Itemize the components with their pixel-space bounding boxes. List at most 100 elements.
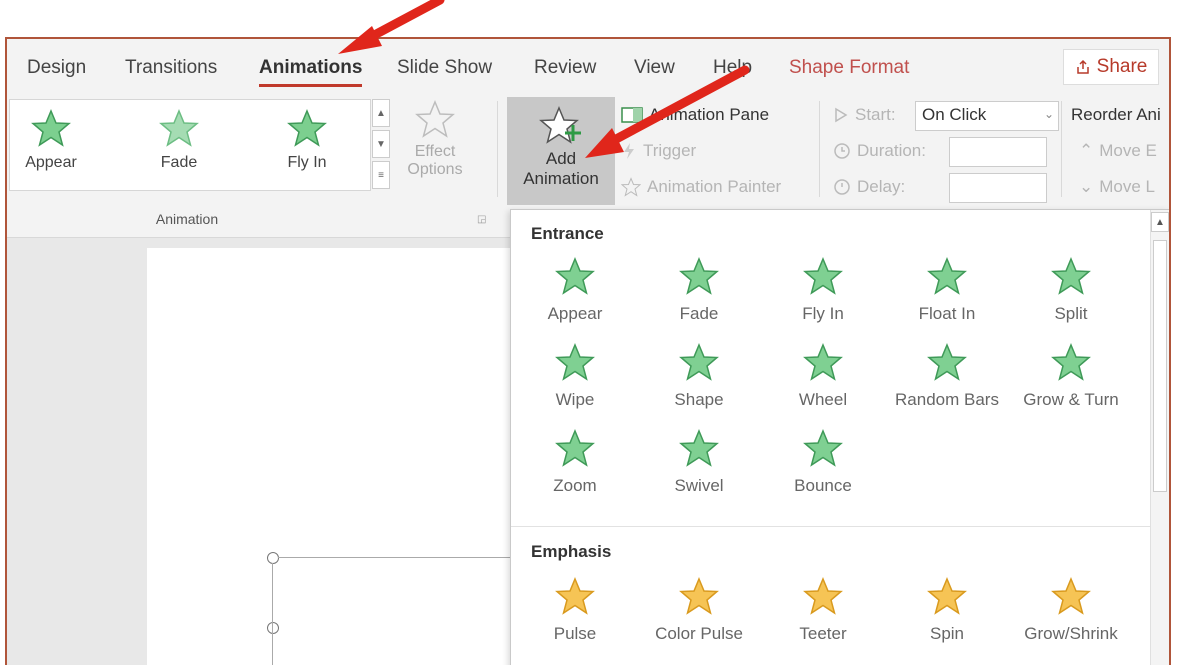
group-divider bbox=[1061, 101, 1062, 197]
shape-border bbox=[278, 557, 528, 558]
animation-option-color-pulse[interactable]: Color Pulse bbox=[637, 576, 761, 644]
start-label: Start: bbox=[833, 105, 896, 125]
effect-options-button[interactable]: Effect Options bbox=[395, 99, 475, 179]
animation-option-label: Grow/Shrink bbox=[1024, 624, 1118, 643]
add-animation-dropdown: Entrance Appear Fade Fly In Float In Split Wi… bbox=[510, 209, 1169, 665]
random-bars-star-icon bbox=[927, 342, 967, 382]
animation-option-spin[interactable]: Spin bbox=[885, 576, 1009, 644]
scroll-thumb[interactable] bbox=[1153, 240, 1167, 492]
animation-option-teeter[interactable]: Teeter bbox=[761, 576, 885, 644]
animation-option-label: Split bbox=[1054, 304, 1088, 323]
share-button[interactable]: Share bbox=[1063, 49, 1159, 85]
group-divider bbox=[819, 101, 820, 197]
animation-option-swivel[interactable]: Swivel bbox=[637, 428, 761, 496]
tab-review[interactable]: Review bbox=[534, 57, 596, 79]
pulse-star-icon bbox=[555, 576, 595, 616]
animation-option-pulse[interactable]: Pulse bbox=[513, 576, 637, 644]
delay-input[interactable] bbox=[949, 173, 1047, 203]
gallery-item-label: Fly In bbox=[287, 154, 327, 171]
animation-option-label: Fade bbox=[679, 304, 719, 323]
trigger-button[interactable]: Trigger bbox=[621, 141, 696, 161]
share-label: Share bbox=[1096, 56, 1148, 77]
group-label-animation: Animation bbox=[155, 211, 219, 227]
animation-pane-label: Animation Pane bbox=[649, 105, 770, 124]
animation-option-grow-turn[interactable]: Grow & Turn bbox=[1009, 342, 1133, 410]
animation-painter-button[interactable]: Animation Painter bbox=[621, 177, 781, 197]
animation-option-label: Spin bbox=[929, 624, 965, 643]
animation-option-wipe[interactable]: Wipe bbox=[513, 342, 637, 410]
animation-option-label: Grow & Turn bbox=[1023, 390, 1119, 409]
dropdown-scrollbar[interactable]: ▲ bbox=[1150, 210, 1169, 665]
tab-design[interactable]: Design bbox=[27, 57, 86, 79]
move-later-button[interactable]: ⌄ Move L bbox=[1079, 177, 1155, 197]
grow-turn-star-icon bbox=[1051, 342, 1091, 382]
gallery-more-button[interactable]: ≡ bbox=[372, 161, 390, 189]
animation-option-bounce[interactable]: Bounce bbox=[761, 428, 885, 496]
animation-option-label: Shape bbox=[674, 390, 724, 409]
chevron-down-icon: ⌄ bbox=[1079, 177, 1094, 196]
animation-option-label: Bounce bbox=[794, 476, 852, 495]
tab-help[interactable]: Help bbox=[713, 57, 752, 79]
animation-pane-icon bbox=[621, 107, 643, 123]
chevron-up-icon: ⌃ bbox=[1079, 141, 1094, 160]
animation-option-grow-shrink[interactable]: Grow/Shrink bbox=[1009, 576, 1133, 644]
dialog-launcher-icon[interactable]: ◲ bbox=[477, 214, 486, 225]
gallery-item-fade[interactable]: Fade bbox=[144, 108, 214, 172]
animation-option-fade[interactable]: Fade bbox=[637, 256, 761, 324]
duration-input[interactable] bbox=[949, 137, 1047, 167]
ribbon-tab-bar: Design Transitions Animations Slide Show… bbox=[7, 39, 1169, 97]
chevron-down-icon: ⌄ bbox=[1043, 107, 1054, 121]
add-animation-star-icon bbox=[540, 107, 581, 143]
animation-gallery: Appear Fade Fly In bbox=[9, 99, 371, 191]
teeter-star-icon bbox=[803, 576, 843, 616]
effect-options-line2: Options bbox=[407, 161, 463, 178]
group-divider bbox=[497, 101, 498, 197]
add-animation-button[interactable]: Add Animation bbox=[507, 97, 615, 205]
animation-option-label: Wheel bbox=[798, 390, 848, 409]
gallery-item-appear[interactable]: Appear bbox=[16, 108, 86, 172]
animation-option-label: Swivel bbox=[674, 476, 724, 495]
animation-option-shape[interactable]: Shape bbox=[637, 342, 761, 410]
gallery-item-fly-in[interactable]: Fly In bbox=[272, 108, 342, 172]
animation-option-split[interactable]: Split bbox=[1009, 256, 1133, 324]
scroll-up-button[interactable]: ▲ bbox=[1151, 212, 1169, 232]
gallery-item-label: Fade bbox=[160, 154, 198, 171]
effect-options-icon bbox=[415, 99, 455, 139]
clock-icon bbox=[834, 143, 850, 159]
painter-star-icon bbox=[621, 178, 641, 196]
animation-pane-button[interactable]: Animation Pane bbox=[621, 105, 769, 125]
tab-transitions[interactable]: Transitions bbox=[125, 57, 217, 79]
resize-handle[interactable] bbox=[267, 552, 279, 564]
grow-shrink-star-icon bbox=[1051, 576, 1091, 616]
animation-option-appear[interactable]: Appear bbox=[513, 256, 637, 324]
fly-in-star-icon bbox=[287, 108, 327, 148]
animation-option-label: Appear bbox=[547, 304, 603, 323]
section-divider bbox=[511, 526, 1151, 527]
animation-painter-label: Animation Painter bbox=[647, 177, 782, 196]
tab-shape-format[interactable]: Shape Format bbox=[789, 57, 909, 79]
reorder-title: Reorder Ani bbox=[1071, 105, 1161, 124]
gallery-up-button[interactable]: ▲ bbox=[372, 99, 390, 127]
spin-star-icon bbox=[927, 576, 967, 616]
fade-star-icon bbox=[159, 108, 199, 148]
start-select[interactable]: On Click ⌄ bbox=[915, 101, 1059, 131]
add-animation-line1: Add bbox=[545, 149, 577, 168]
app-window: Design Transitions Animations Slide Show… bbox=[5, 37, 1171, 665]
delay-label: Delay: bbox=[833, 177, 905, 197]
tab-slide-show[interactable]: Slide Show bbox=[397, 57, 492, 79]
share-icon bbox=[1076, 59, 1089, 74]
resize-handle[interactable] bbox=[267, 622, 279, 634]
animation-option-float-in[interactable]: Float In bbox=[885, 256, 1009, 324]
animation-option-wheel[interactable]: Wheel bbox=[761, 342, 885, 410]
tab-animations[interactable]: Animations bbox=[259, 57, 363, 87]
move-earlier-button[interactable]: ⌃ Move E bbox=[1079, 141, 1157, 161]
start-value: On Click bbox=[922, 105, 987, 124]
animation-option-zoom[interactable]: Zoom bbox=[513, 428, 637, 496]
gallery-down-button[interactable]: ▼ bbox=[372, 130, 390, 158]
animation-option-random-bars[interactable]: Random Bars bbox=[885, 342, 1009, 410]
slide-canvas[interactable] bbox=[147, 248, 528, 665]
animation-option-fly-in[interactable]: Fly In bbox=[761, 256, 885, 324]
gallery-scroll: ▲ ▼ ≡ bbox=[372, 99, 390, 189]
zoom-star-icon bbox=[555, 428, 595, 468]
tab-view[interactable]: View bbox=[634, 57, 675, 79]
